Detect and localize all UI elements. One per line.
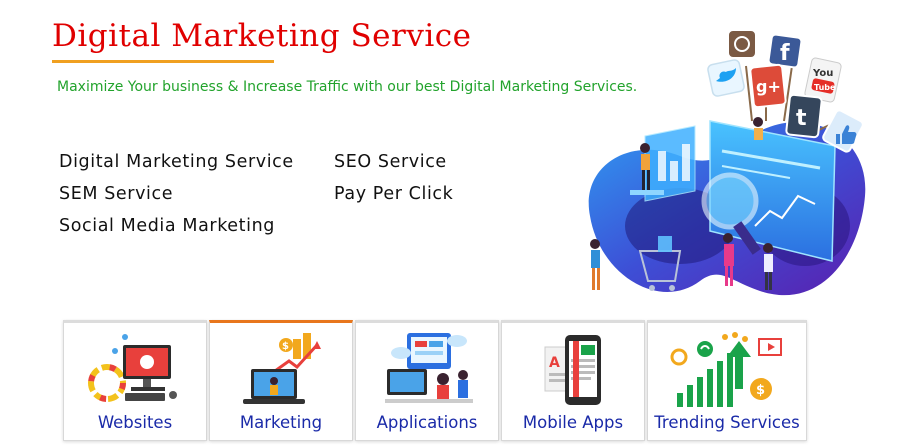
title-underline (52, 60, 274, 63)
service-digital-marketing[interactable]: Digital Marketing Service (59, 152, 294, 172)
twitter-icon (707, 59, 745, 97)
svg-text:$: $ (756, 383, 765, 398)
tile-mobile-apps[interactable]: A Mobile Apps (501, 320, 645, 441)
applications-icon (385, 333, 473, 403)
service-pay-per-click[interactable]: Pay Per Click (334, 184, 453, 204)
instagram-icon (727, 29, 757, 59)
mobile-apps-icon: A (544, 335, 601, 405)
svg-text:$: $ (282, 341, 289, 352)
svg-text:A: A (549, 355, 560, 371)
hero-illustration: f g+ You Tube t (570, 26, 874, 308)
youtube-badge-text: You (812, 68, 833, 79)
google-plus-icon: g+ (749, 63, 787, 109)
tile-trending-services[interactable]: $ Trending Services (647, 320, 807, 441)
service-sem[interactable]: SEM Service (59, 184, 173, 204)
youtube-sub-text: Tube (814, 83, 836, 92)
service-tiles: Websites $ Marketing Applications A Mobi… (63, 320, 813, 441)
svg-text:t: t (796, 106, 807, 131)
services-list: Digital Marketing Service SEO Service SE… (59, 152, 489, 252)
tile-applications-label: Applications (376, 413, 478, 432)
service-social-media-marketing[interactable]: Social Media Marketing (59, 216, 275, 236)
tile-applications[interactable]: Applications (355, 320, 499, 441)
tile-trending-services-label: Trending Services (654, 413, 800, 432)
facebook-icon: f (767, 33, 803, 69)
tile-marketing[interactable]: $ Marketing (209, 320, 353, 441)
marketing-icon: $ (243, 333, 321, 404)
tile-mobile-apps-label: Mobile Apps (522, 413, 624, 432)
svg-text:f: f (780, 41, 790, 66)
tagline: Maximize Your business & Increase Traffi… (57, 79, 638, 95)
tile-websites-label: Websites (97, 413, 173, 432)
service-seo[interactable]: SEO Service (334, 152, 447, 172)
trending-services-icon: $ (670, 332, 782, 407)
tile-websites[interactable]: Websites (63, 320, 207, 441)
tumblr-icon: t (785, 93, 823, 139)
website-icon (88, 334, 177, 402)
page-title: Digital Marketing Service (52, 18, 472, 54)
tile-marketing-label: Marketing (239, 413, 323, 432)
svg-text:g+: g+ (756, 77, 781, 96)
